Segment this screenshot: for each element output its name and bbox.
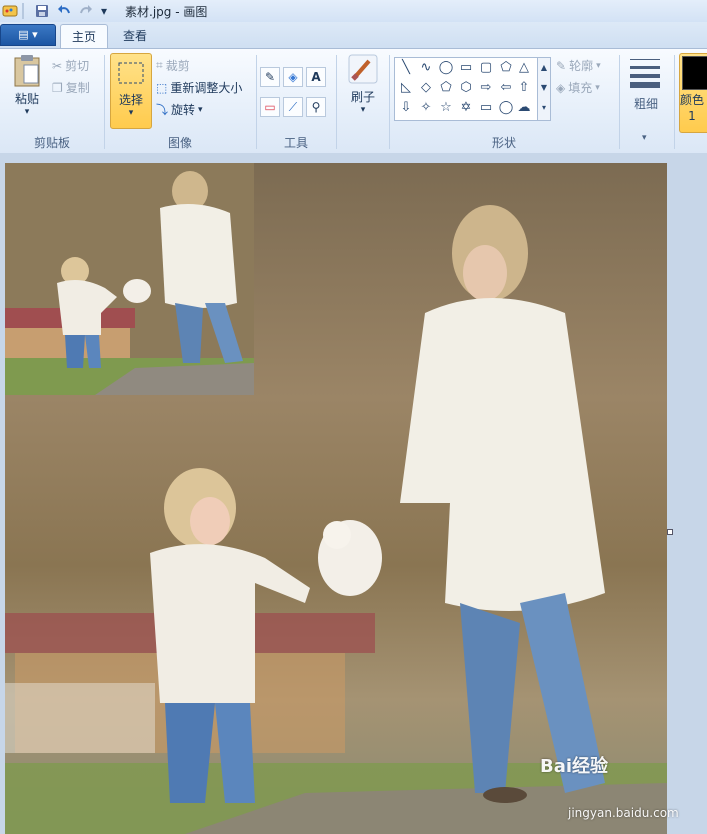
copy-icon: ❐ <box>52 80 63 95</box>
rotate-dropdown-arrow[interactable]: ▾ <box>198 105 203 115</box>
brushes-button[interactable]: 刷子 ▾ <box>342 53 384 125</box>
select-label: 选择 <box>118 93 143 107</box>
rotate-label: 旋转 <box>171 103 196 117</box>
customize-quick-access-icon[interactable]: ▾ <box>98 3 110 19</box>
baidu-watermark-url: jingyan.baidu.com <box>568 806 679 820</box>
right-triangle-shape-icon[interactable]: ◺ <box>397 78 415 96</box>
paste-dropdown-arrow[interactable]: ▾ <box>8 107 46 117</box>
rotate-icon: ⤵ <box>156 103 169 117</box>
diamond-shape-icon[interactable]: ◇ <box>417 78 435 96</box>
canvas-resize-handle[interactable] <box>667 529 673 535</box>
baidu-watermark: Bai经验 <box>540 756 609 777</box>
redo-icon[interactable] <box>78 3 94 19</box>
text-tool-icon[interactable]: A <box>306 67 326 87</box>
color1-label: 颜色 1 <box>680 93 705 123</box>
undo-icon[interactable] <box>56 3 72 19</box>
select-button[interactable]: 选择 ▾ <box>110 53 152 129</box>
outline-label: 轮廓 <box>569 59 594 73</box>
magnifier-icon[interactable]: ⚲ <box>306 97 326 117</box>
brushes-label: 刷子 <box>350 90 375 104</box>
right-arrow-shape-icon[interactable]: ⇨ <box>477 78 495 96</box>
resize-label: 重新调整大小 <box>170 81 243 95</box>
rotate-button[interactable]: ⤵ 旋转 ▾ <box>156 101 203 118</box>
crop-icon: ⌗ <box>156 58 163 72</box>
paste-button[interactable]: 粘贴 ▾ <box>8 53 46 123</box>
photo-image <box>5 163 667 834</box>
window-title: 素材.jpg - 画图 <box>125 5 208 19</box>
cut-label: 剪切 <box>65 59 90 73</box>
crop-label: 裁剪 <box>165 59 190 73</box>
scissors-icon: ✂ <box>52 58 63 73</box>
tab-home[interactable]: 主页 <box>60 24 108 49</box>
color1-swatch <box>682 56 707 90</box>
tab-view[interactable]: 查看 <box>112 24 158 48</box>
brushes-group: 刷子 ▾ <box>338 49 388 153</box>
four-point-star-shape-icon[interactable]: ✧ <box>417 98 435 116</box>
cut-button[interactable]: ✂ 剪切 <box>52 57 89 74</box>
fill-bucket-icon[interactable]: ◈ <box>283 67 303 87</box>
fill-icon: ◈ <box>556 80 566 95</box>
ribbon-tab-row: ▤ ▾ 主页 查看 <box>0 22 707 49</box>
hexagon-shape-icon[interactable]: ⬡ <box>457 78 475 96</box>
pencil-icon[interactable]: ✎ <box>260 67 280 87</box>
paste-icon <box>14 55 40 87</box>
paste-label: 粘贴 <box>14 92 39 106</box>
left-arrow-shape-icon[interactable]: ⇦ <box>497 78 515 96</box>
line-width-icon <box>630 59 660 88</box>
callout-rect-shape-icon[interactable]: ▭ <box>477 98 495 116</box>
color-picker-icon[interactable]: ⟋ <box>283 97 303 117</box>
size-group[interactable]: 粗细 ▾ <box>622 49 670 153</box>
select-dropdown-arrow[interactable]: ▾ <box>111 108 151 118</box>
clipboard-group-label: 剪贴板 <box>33 136 70 150</box>
six-point-star-shape-icon[interactable]: ✡ <box>457 98 475 116</box>
fill-button[interactable]: ◈ 填充 ▾ <box>556 79 600 96</box>
crop-button[interactable]: ⌗ 裁剪 <box>156 57 190 74</box>
outline-button[interactable]: ✎ 轮廓 ▾ <box>556 57 601 74</box>
callout-cloud-shape-icon[interactable]: ☁ <box>515 98 533 116</box>
copy-button[interactable]: ❐ 复制 <box>52 79 90 96</box>
select-rect-icon <box>118 62 144 84</box>
file-menu-button[interactable]: ▤ ▾ <box>0 24 56 46</box>
callout-oval-shape-icon[interactable]: ◯ <box>497 98 515 116</box>
save-icon[interactable] <box>34 3 50 19</box>
polygon-shape-icon[interactable]: ⬠ <box>497 58 515 76</box>
clipboard-group: 粘贴 ▾ ✂ 剪切 ❐ 复制 剪贴板 <box>0 49 104 153</box>
canvas-workspace <box>0 153 707 834</box>
five-point-star-shape-icon[interactable]: ☆ <box>437 98 455 116</box>
up-arrow-shape-icon[interactable]: ⇧ <box>515 78 533 96</box>
line-shape-icon[interactable]: ╲ <box>397 58 415 76</box>
oval-shape-icon[interactable]: ◯ <box>437 58 455 76</box>
rectangle-shape-icon[interactable]: ▭ <box>457 58 475 76</box>
paint-app-icon[interactable] <box>2 3 18 19</box>
shapes-scrollbar[interactable]: ▲ ▼ ▾ <box>537 57 551 121</box>
resize-button[interactable]: ⬚ 重新调整大小 <box>156 79 242 96</box>
brushes-dropdown-arrow[interactable]: ▾ <box>342 105 384 115</box>
image-canvas[interactable] <box>5 163 667 834</box>
image-group-label: 图像 <box>167 136 192 150</box>
brush-icon <box>348 54 378 84</box>
color1-button[interactable]: 颜色 1 <box>679 53 707 133</box>
fill-label: 填充 <box>568 81 593 95</box>
down-arrow-shape-icon[interactable]: ⇩ <box>397 98 415 116</box>
shapes-group-label: 形状 <box>491 136 516 150</box>
tools-group-label: 工具 <box>283 136 308 150</box>
triangle-shape-icon[interactable]: △ <box>515 58 533 76</box>
curve-shape-icon[interactable]: ∿ <box>417 58 435 76</box>
resize-icon: ⬚ <box>156 80 168 95</box>
title-bar: ▾ 素材.jpg - 画图 <box>0 0 707 23</box>
size-label: 粗细 <box>634 97 659 111</box>
ribbon: 粘贴 ▾ ✂ 剪切 ❐ 复制 剪贴板 选择 ▾ ⌗ 裁剪 ⬚ 重新调整大小 ⤵ <box>0 48 707 154</box>
rounded-rect-shape-icon[interactable]: ▢ <box>477 58 495 76</box>
outline-icon: ✎ <box>556 58 567 73</box>
pentagon-shape-icon[interactable]: ⬠ <box>437 78 455 96</box>
copy-label: 复制 <box>65 81 90 95</box>
image-group: 选择 ▾ ⌗ 裁剪 ⬚ 重新调整大小 ⤵ 旋转 ▾ 图像 <box>106 49 254 153</box>
eraser-icon[interactable]: ▭ <box>260 97 280 117</box>
tools-group: ✎ ◈ A ▭ ⟋ ⚲ 工具 <box>258 49 334 153</box>
shapes-gallery: ╲ ∿ ◯ ▭ ▢ ⬠ △ ◺ ◇ ⬠ ⬡ ⇨ ⇦ ⇧ ⇩ ✧ ☆ ✡ ▭ ◯ … <box>394 57 538 121</box>
